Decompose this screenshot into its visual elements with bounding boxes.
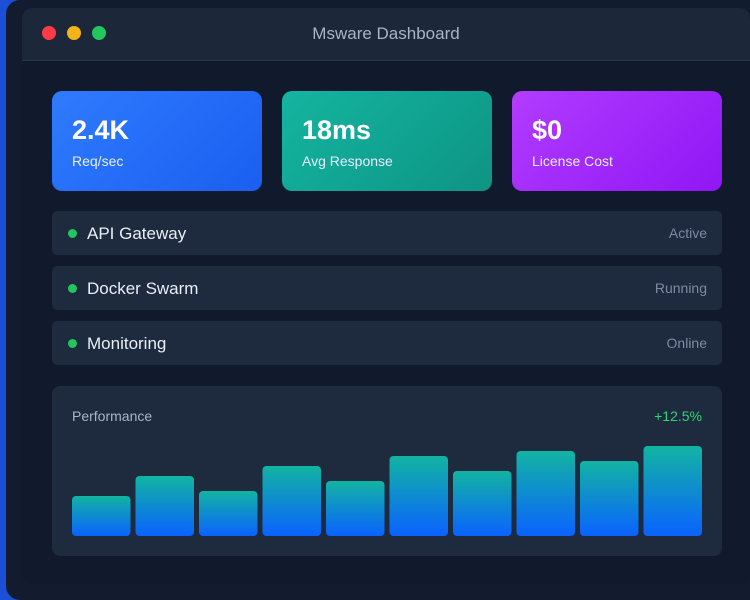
stat-card-license[interactable]: $0 License Cost (512, 91, 722, 191)
chart-bar-1 (72, 496, 131, 536)
service-row-monitoring[interactable]: Monitoring Online (52, 321, 722, 365)
service-status: Running (654, 280, 707, 296)
chart-bar-9 (580, 461, 639, 536)
stat-value: $0 (532, 115, 563, 145)
stat-card-response[interactable]: 18ms Avg Response (282, 91, 492, 191)
dashboard-window: Msware Dashboard 2.4K Req/sec 18ms Avg R… (22, 8, 750, 584)
stat-value: 2.4K (72, 115, 130, 145)
chart-bar-7 (453, 471, 512, 536)
title-bar: Msware Dashboard (22, 8, 750, 61)
stat-card-requests[interactable]: 2.4K Req/sec (52, 91, 262, 191)
chart-bar-5 (326, 481, 385, 536)
stat-value: 18ms (302, 115, 372, 145)
service-row-api-gateway[interactable]: API Gateway Active (52, 211, 722, 255)
stat-label: License Cost (532, 153, 613, 169)
chart-bar-10 (643, 446, 702, 536)
status-dot-icon (68, 284, 77, 293)
stats-row: 2.4K Req/sec 18ms Avg Response $0 Licens… (52, 91, 722, 191)
stat-label: Req/sec (72, 153, 124, 169)
window-title: Msware Dashboard (312, 24, 460, 43)
app-frame: Msware Dashboard 2.4K Req/sec 18ms Avg R… (6, 0, 750, 600)
service-name: Monitoring (87, 334, 167, 353)
performance-bar-chart (72, 446, 702, 536)
service-row-docker-swarm[interactable]: Docker Swarm Running (52, 266, 722, 310)
performance-panel: Performance +12.5% (52, 386, 722, 556)
chart-bar-3 (199, 491, 258, 536)
chart-bar-2 (135, 476, 194, 536)
chart-bar-8 (516, 451, 575, 536)
chart-bar-4 (262, 466, 321, 536)
service-name: API Gateway (87, 224, 187, 243)
service-status: Active (668, 225, 707, 241)
stat-label: Avg Response (302, 153, 393, 169)
service-status: Online (666, 335, 707, 351)
service-name: Docker Swarm (87, 279, 199, 298)
status-dot-icon (68, 229, 77, 238)
status-dot-icon (68, 339, 77, 348)
chart-bar-6 (389, 456, 448, 536)
